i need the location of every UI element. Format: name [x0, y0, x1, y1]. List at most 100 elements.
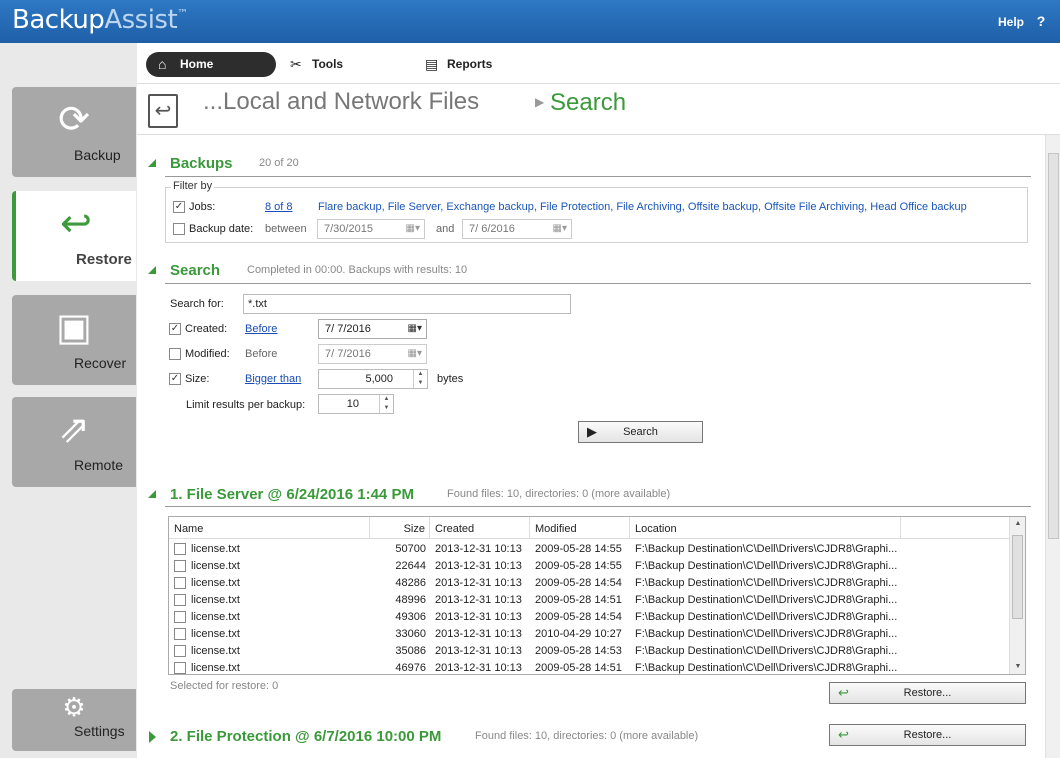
tab-home[interactable]: ⌂ Home — [146, 52, 276, 77]
cell-name: license.txt — [191, 577, 240, 589]
breadcrumb-parent[interactable]: ...Local and Network Files — [203, 88, 479, 116]
search-button[interactable]: ▶ Search — [578, 421, 703, 443]
table-row[interactable]: license.txt 33060 2013-12-31 10:13 2010-04-… — [169, 626, 1009, 643]
table-scrollbar[interactable]: ▲ ▼ — [1009, 517, 1025, 674]
created-date-field[interactable]: 7/ 7/2016 ▦▾ — [318, 319, 427, 339]
result-title[interactable]: 2. File Protection @ 6/7/2016 10:00 PM — [170, 728, 441, 745]
help-icon[interactable]: ? — [1032, 12, 1050, 30]
table-header: Name Size Created Modified Location — [169, 517, 1009, 539]
main-scrollbar[interactable] — [1045, 135, 1060, 758]
row-checkbox[interactable] — [174, 611, 186, 623]
table-row[interactable]: license.txt 48996 2013-12-31 10:13 2009-05-… — [169, 592, 1009, 609]
backups-count: 20 of 20 — [259, 157, 299, 169]
cell-size: 50700 — [395, 543, 426, 555]
column-header-size[interactable]: Size — [370, 517, 430, 539]
created-mode-link[interactable]: Before — [245, 323, 277, 335]
date-from-field[interactable]: 7/30/2015 ▦▾ — [317, 219, 425, 239]
sidebar-item-backup[interactable]: ⟳ Backup — [12, 87, 136, 177]
scroll-up-icon[interactable]: ▲ — [1010, 517, 1025, 531]
restore-button[interactable]: ↩ Restore... — [829, 724, 1026, 746]
section-title-search: Search — [170, 262, 221, 279]
limit-stepper[interactable]: 10 ▲ ▼ — [318, 394, 394, 414]
tab-reports[interactable]: ▤ Reports — [413, 52, 523, 77]
cell-modified: 2009-05-28 14:51 — [535, 662, 622, 674]
section-divider — [165, 283, 1031, 284]
size-checkbox[interactable]: ✓ — [169, 373, 181, 385]
limit-label: Limit results per backup: — [186, 399, 306, 411]
column-header-location[interactable]: Location — [630, 517, 901, 539]
date-to-field[interactable]: 7/ 6/2016 ▦▾ — [462, 219, 572, 239]
row-checkbox[interactable] — [174, 645, 186, 657]
table-row[interactable]: license.txt 50700 2013-12-31 10:13 2009-05-… — [169, 541, 1009, 558]
cell-location: F:\Backup Destination\C\Dell\Drivers\CJD… — [635, 662, 898, 674]
app-header: BackupAssist™ Help ? — [0, 0, 1060, 43]
row-checkbox[interactable] — [174, 560, 186, 572]
expand-icon[interactable] — [149, 731, 156, 743]
modified-date-field[interactable]: 7/ 7/2016 ▦▾ — [318, 344, 427, 364]
table-row[interactable]: license.txt 22644 2013-12-31 10:13 2009-05-… — [169, 558, 1009, 575]
page-title: Search — [550, 89, 627, 116]
scroll-thumb[interactable] — [1048, 153, 1059, 539]
cell-created: 2013-12-31 10:13 — [435, 560, 522, 572]
calendar-icon[interactable]: ▦▾ — [408, 345, 422, 363]
calendar-icon[interactable]: ▦▾ — [408, 320, 422, 338]
cell-created: 2013-12-31 10:13 — [435, 628, 522, 640]
search-input[interactable]: *.txt — [243, 294, 571, 314]
cell-modified: 2009-05-28 14:54 — [535, 611, 622, 623]
cell-location: F:\Backup Destination\C\Dell\Drivers\CJD… — [635, 577, 898, 589]
breadcrumb-separator-icon: ▶ — [535, 95, 545, 109]
cell-size: 35086 — [395, 645, 426, 657]
spinner-arrows-icon[interactable]: ▲ ▼ — [379, 395, 393, 413]
result-meta: Found files: 10, directories: 0 (more av… — [475, 730, 699, 742]
row-checkbox[interactable] — [174, 594, 186, 606]
cell-modified: 2009-05-28 14:51 — [535, 594, 622, 606]
help-link[interactable]: Help — [998, 15, 1024, 29]
sidebar-item-remote[interactable]: ⇗ Remote — [12, 397, 136, 487]
filter-legend: Filter by — [171, 180, 215, 192]
modified-mode: Before — [245, 348, 278, 360]
row-checkbox[interactable] — [174, 662, 186, 674]
row-checkbox[interactable] — [174, 577, 186, 589]
sidebar-item-restore[interactable]: ↩ Restore — [12, 191, 136, 281]
back-icon[interactable]: ↩ — [148, 94, 178, 128]
remote-icon: ⇗ — [58, 409, 90, 451]
cell-created: 2013-12-31 10:13 — [435, 662, 522, 674]
column-header-created[interactable]: Created — [430, 517, 530, 539]
created-checkbox[interactable]: ✓ — [169, 323, 181, 335]
table-row[interactable]: license.txt 46976 2013-12-31 10:13 2009-05-… — [169, 660, 1009, 674]
collapse-icon[interactable] — [148, 266, 156, 274]
size-mode-link[interactable]: Bigger than — [245, 373, 301, 385]
calendar-icon[interactable]: ▦▾ — [406, 220, 420, 238]
scroll-thumb[interactable] — [1012, 535, 1023, 619]
main-content: ↩ ...Local and Network Files ▶ Search Ba… — [137, 84, 1060, 758]
size-stepper[interactable]: 5,000 ▲ ▼ — [318, 369, 428, 389]
jobs-count-link[interactable]: 8 of 8 — [265, 201, 293, 213]
table-row[interactable]: license.txt 35086 2013-12-31 10:13 2009-05-… — [169, 643, 1009, 660]
size-label: Size: — [185, 373, 210, 385]
backup-date-checkbox[interactable] — [173, 223, 185, 235]
cell-location: F:\Backup Destination\C\Dell\Drivers\CJD… — [635, 543, 898, 555]
spinner-arrows-icon[interactable]: ▲ ▼ — [413, 370, 427, 388]
row-checkbox[interactable] — [174, 628, 186, 640]
modified-checkbox[interactable] — [169, 348, 181, 360]
tab-tools[interactable]: ✂ Tools — [278, 52, 378, 77]
collapse-icon[interactable] — [148, 490, 156, 498]
table-row[interactable]: license.txt 48286 2013-12-31 10:13 2009-05-… — [169, 575, 1009, 592]
calendar-icon[interactable]: ▦▾ — [553, 220, 567, 238]
scroll-down-icon[interactable]: ▼ — [1010, 660, 1025, 674]
collapse-icon[interactable] — [148, 159, 156, 167]
column-header-modified[interactable]: Modified — [530, 517, 630, 539]
cell-modified: 2009-05-28 14:55 — [535, 543, 622, 555]
row-checkbox[interactable] — [174, 543, 186, 555]
sidebar-item-recover[interactable]: ▣ Recover — [12, 295, 136, 385]
result-title[interactable]: 1. File Server @ 6/24/2016 1:44 PM — [170, 486, 414, 503]
cell-size: 49306 — [395, 611, 426, 623]
jobs-checkbox[interactable]: ✓ — [173, 201, 185, 213]
table-row[interactable]: license.txt 49306 2013-12-31 10:13 2009-05-… — [169, 609, 1009, 626]
jobs-list[interactable]: Flare backup, File Server, Exchange back… — [318, 201, 967, 213]
restore-button[interactable]: ↩ Restore... — [829, 682, 1026, 704]
column-header-name[interactable]: Name — [169, 517, 370, 539]
jobs-label: Jobs: — [189, 201, 216, 213]
restore-icon: ↩ — [60, 203, 92, 245]
sidebar-item-settings[interactable]: ⚙ Settings — [12, 689, 136, 751]
